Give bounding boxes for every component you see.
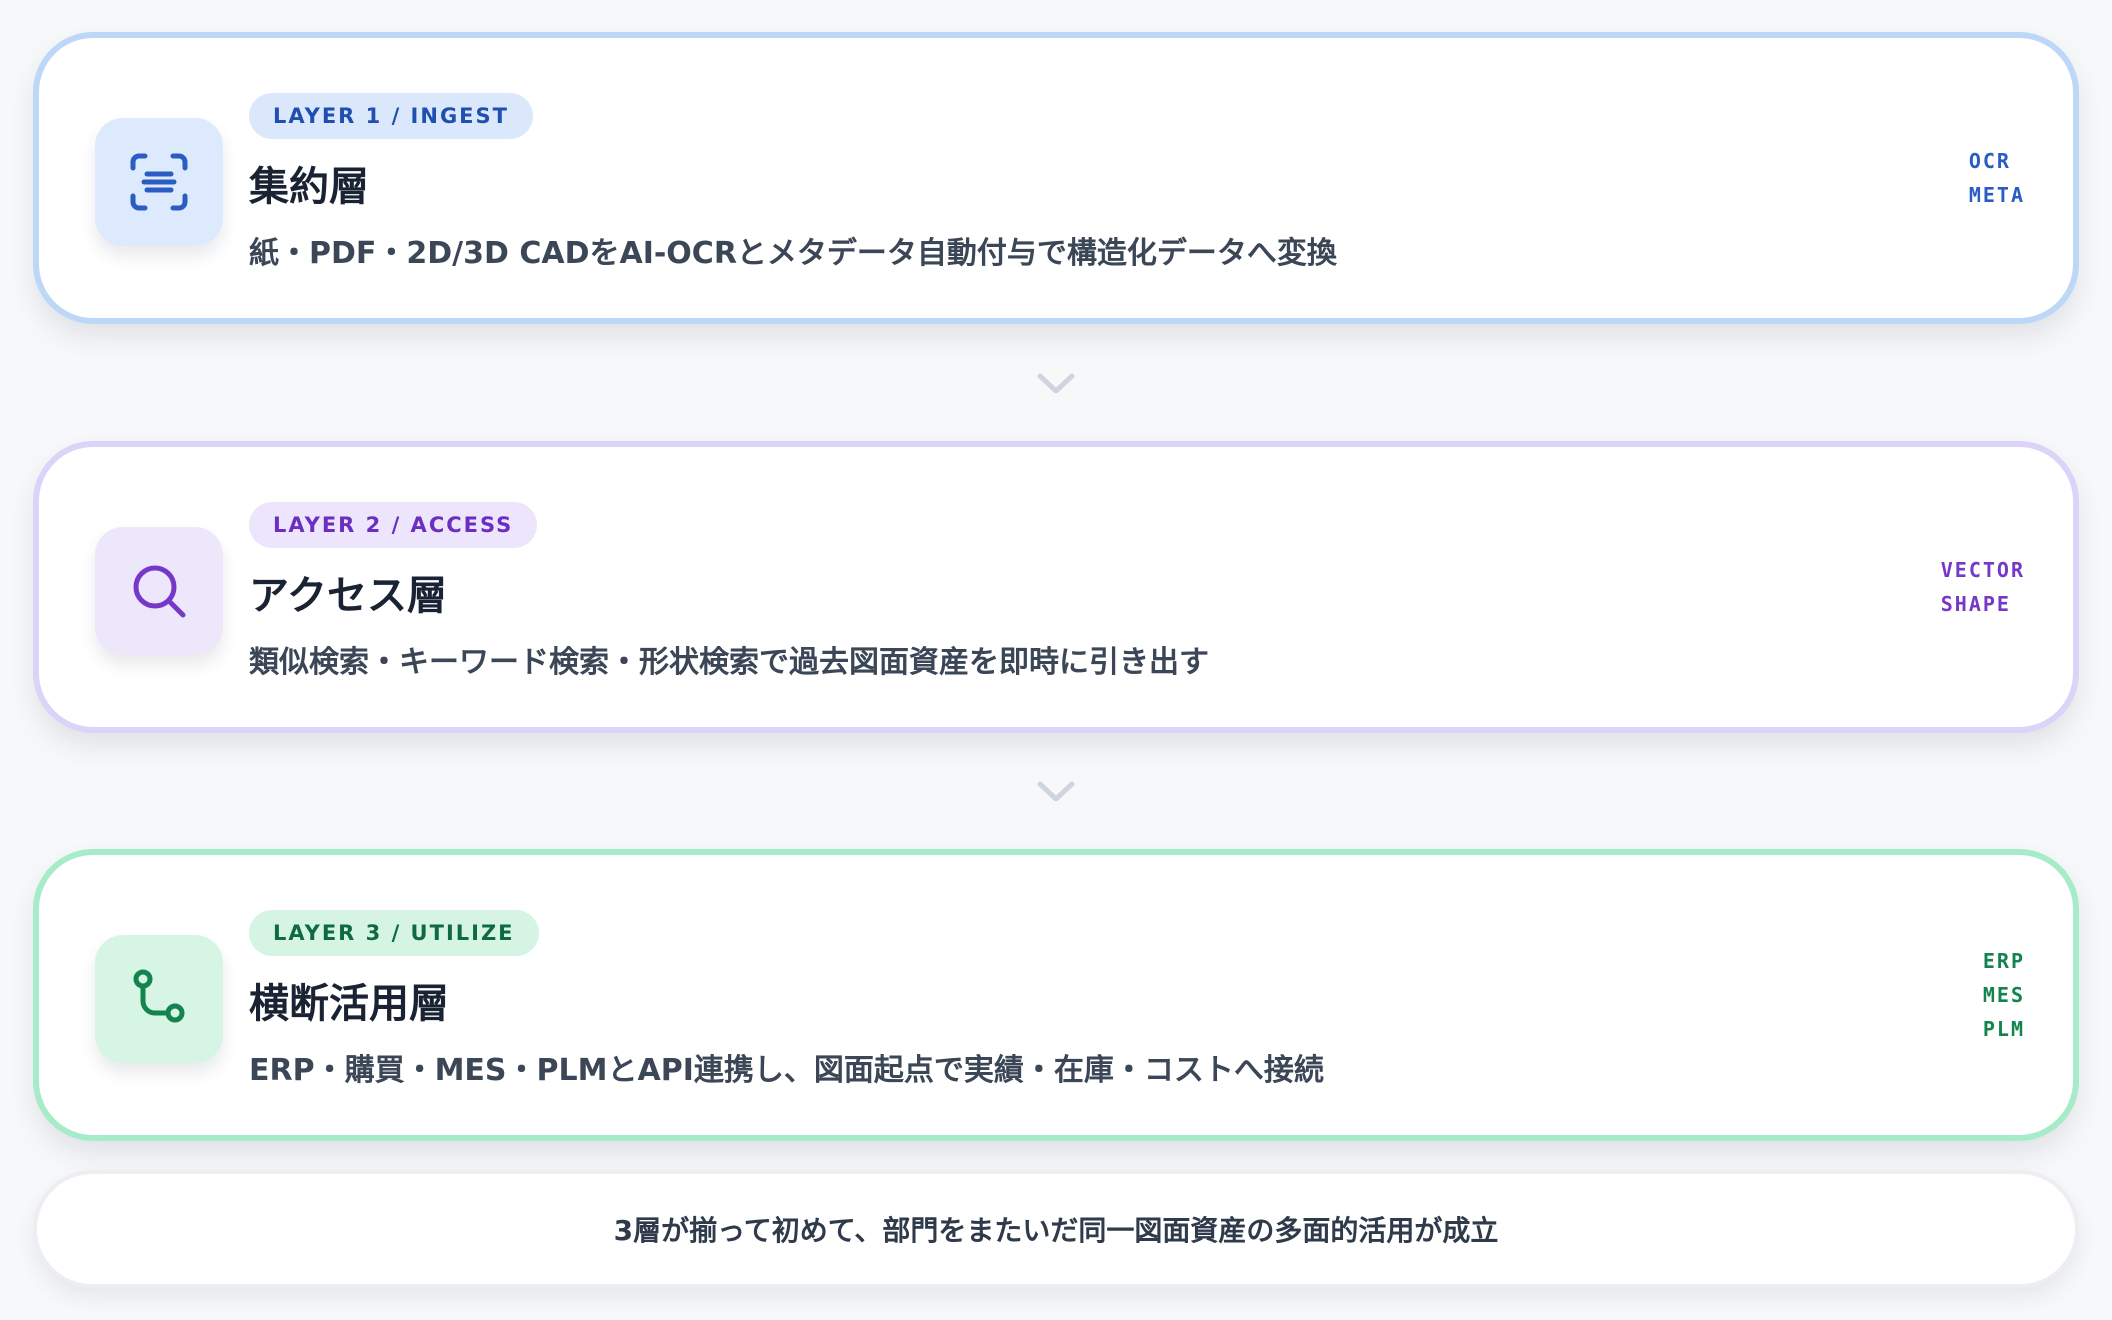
layer-tags: ERP MES PLM	[1983, 855, 2025, 1135]
layer-card-access: LAYER 2 / ACCESS アクセス層 類似検索・キーワード検索・形状検索…	[33, 441, 2079, 733]
layer-tags: OCR META	[1969, 38, 2025, 318]
tag-label: ERP	[1982, 949, 2025, 973]
search-icon	[95, 527, 223, 655]
tag-label: PLM	[1982, 1017, 2025, 1041]
layer-stack-diagram: LAYER 1 / INGEST 集約層 紙・PDF・2D/3D CADをAI-…	[0, 0, 2112, 1320]
layer-card-ingest: LAYER 1 / INGEST 集約層 紙・PDF・2D/3D CADをAI-…	[33, 32, 2079, 324]
text-scan-icon	[95, 118, 223, 246]
chevron-down-icon	[1037, 781, 1075, 802]
chevron-down-icon	[1037, 373, 1075, 394]
layer-badge: LAYER 3 / UTILIZE	[249, 910, 539, 956]
tag-label: SHAPE	[1940, 592, 2011, 616]
tag-label: OCR	[1968, 149, 2011, 173]
tag-label: META	[1968, 183, 2025, 207]
layer-description: ERP・購買・MES・PLMとAPI連携し、図面起点で実績・在庫・コストへ接続	[249, 1053, 1324, 1088]
layer-title: アクセス層	[249, 573, 447, 619]
layer-title: 集約層	[249, 164, 369, 210]
layer-tags: VECTOR SHAPE	[1941, 447, 2025, 727]
layer-description: 紙・PDF・2D/3D CADをAI-OCRとメタデータ自動付与で構造化データへ…	[249, 236, 1337, 271]
layer-card-utilize: LAYER 3 / UTILIZE 横断活用層 ERP・購買・MES・PLMとA…	[33, 849, 2079, 1141]
tag-label: VECTOR	[1940, 558, 2025, 582]
summary-footer: 3層が揃って初めて、部門をまたいだ同一図面資産の多面的活用が成立	[33, 1170, 2079, 1288]
tag-label: MES	[1982, 983, 2025, 1007]
layer-description: 類似検索・キーワード検索・形状検索で過去図面資産を即時に引き出す	[249, 645, 1209, 680]
layer-badge: LAYER 1 / INGEST	[249, 93, 533, 139]
layer-badge: LAYER 2 / ACCESS	[249, 502, 538, 548]
route-icon	[95, 935, 223, 1063]
layer-title: 横断活用層	[249, 981, 449, 1027]
